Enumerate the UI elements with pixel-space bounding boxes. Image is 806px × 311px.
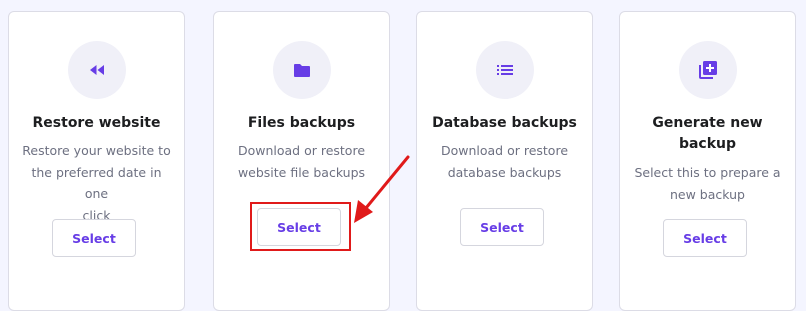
card-description: Select this to prepare a new backup: [634, 165, 781, 202]
card-title: Generate new backup: [652, 115, 763, 152]
card-title: Database backups: [432, 115, 577, 131]
rewind-icon: [68, 41, 126, 99]
card-description: Download or restore database backups: [440, 143, 569, 180]
card-description: Download or restore website file backups: [237, 143, 366, 180]
database-backups-select-button[interactable]: Select: [460, 208, 544, 246]
folder-icon: [273, 41, 331, 99]
add-library-icon: [679, 41, 737, 99]
card-title: Files backups: [247, 115, 356, 131]
restore-website-select-button[interactable]: Select: [52, 219, 136, 257]
generate-new-backup-select-button[interactable]: Select: [663, 219, 747, 257]
files-backups-select-button[interactable]: Select: [257, 208, 341, 246]
card-generate-new-backup: Generate new backup Select this to prepa…: [619, 11, 796, 311]
card-files-backups: Files backups Download or restore websit…: [213, 11, 390, 311]
card-title: Restore website: [32, 115, 161, 131]
list-icon: [476, 41, 534, 99]
backup-options: Restore website Restore your website to …: [0, 0, 806, 311]
card-database-backups: Database backups Download or restore dat…: [416, 11, 593, 311]
card-restore-website: Restore website Restore your website to …: [8, 11, 185, 311]
card-description: Restore your website to the preferred da…: [22, 143, 171, 223]
